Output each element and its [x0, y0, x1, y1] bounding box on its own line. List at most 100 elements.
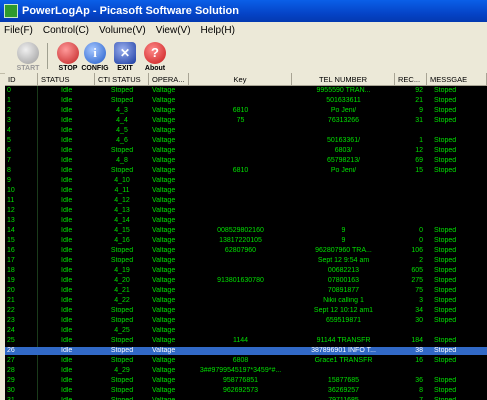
cell-id: 11 — [7, 197, 15, 204]
cell-key — [189, 317, 292, 325]
cell-tel-number — [292, 177, 395, 185]
cell-tel-number: 9 — [341, 237, 346, 244]
table-row[interactable]: 23 Idle Stoped Valtage 659519871 30 Stoped — [5, 317, 487, 325]
table-row[interactable]: 25 Idle Stoped Valtage 1144 91144 TRANSFR 184 S… — [5, 337, 487, 345]
title-bar[interactable]: PowerLogAp - Picasoft Software Solution — [0, 0, 487, 22]
table-row[interactable]: 28 Idle 4_29 Valtage 3##9799545197*3459*#... — [5, 367, 487, 375]
col-header-id[interactable]: ID — [5, 73, 38, 86]
about-button[interactable]: ? About — [137, 39, 173, 73]
cell-operator: Valtage — [152, 197, 176, 204]
cell-id: 28 — [7, 367, 15, 374]
cell-recording — [395, 197, 423, 205]
table-row[interactable]: 11 Idle 4_12 Valtage — [5, 197, 487, 205]
cell-cti-status: 4_10 — [114, 177, 130, 184]
table-row[interactable]: 10 Idle 4_11 Valtage — [5, 187, 487, 195]
cell-cti-status: 4_13 — [114, 207, 130, 214]
table-row[interactable]: 19 Idle 4_20 Valtage 913801630780 07800163 275… — [5, 277, 487, 285]
cell-status: Idle — [61, 227, 73, 234]
col-header-cti-status[interactable]: CTI STATUS — [95, 73, 149, 86]
cell-tel-number: 962807960 TRA... — [315, 247, 372, 254]
menu-help[interactable]: Help(H) — [201, 25, 235, 36]
menu-control[interactable]: Control(C) — [43, 25, 89, 36]
col-header-tel-number[interactable]: TEL NUMBER — [292, 73, 395, 86]
cell-cti-status: 4_11 — [114, 187, 130, 194]
cell-key — [189, 297, 292, 305]
cell-recording — [395, 207, 423, 215]
table-row[interactable]: 7 Idle 4_8 Valtage 65798213/69 Stoped — [5, 157, 487, 165]
table-row[interactable]: 16 Idle Stoped Valtage 62807960 962807960 TRA… — [5, 247, 487, 255]
cell-key — [189, 327, 292, 335]
menu-file[interactable]: File(F) — [4, 25, 33, 36]
cell-status: Idle — [61, 337, 73, 344]
table-row[interactable]: 15 Idle 4_16 Valtage 13817220105 9 0 Stoped — [5, 237, 487, 245]
table-row[interactable]: 9 Idle 4_10 Valtage — [5, 177, 487, 185]
cell-id: 24 — [7, 327, 15, 334]
table-row[interactable]: 30 Idle Stoped Valtage 962692573 36269257 8 Sto… — [5, 387, 487, 395]
table-row[interactable]: 18 Idle 4_19 Valtage 00682213 605 Stoped — [5, 267, 487, 275]
cell-cti-status: 4_14 — [114, 217, 130, 224]
table-row[interactable]: 13 Idle 4_14 Valtage — [5, 217, 487, 225]
cell-status: Idle — [61, 327, 73, 334]
table-row[interactable]: 1 Idle Stoped Valtage 501633611 21 Stoped — [5, 97, 487, 105]
cell-message: Stoped — [434, 287, 457, 294]
table-row[interactable]: 8 Idle Stoped Valtage 6810 Po Jeni/15 Stoped — [5, 167, 487, 175]
cell-message — [434, 177, 486, 185]
table-row[interactable]: 22 Idle Stoped Valtage Sept 12 10:12 am1 34 St… — [5, 307, 487, 315]
cell-operator: Valtage — [152, 107, 176, 114]
cell-status: Idle — [61, 197, 73, 204]
table-row[interactable]: 29 Idle Stoped Valtage 958776851 15877685 36 St… — [5, 377, 487, 385]
exit-icon: ✕ — [114, 42, 136, 64]
table-row[interactable]: 20 Idle 4_21 Valtage 70891877 75 Stoped — [5, 287, 487, 295]
cell-operator: Valtage — [152, 257, 176, 264]
cell-message — [434, 127, 486, 135]
cell-operator: Valtage — [152, 97, 176, 104]
cell-message: Stoped — [434, 307, 457, 314]
cell-cti-status: 4_4 — [116, 117, 128, 124]
table-row[interactable]: 0 Idle Stoped Valtage 9955590 TRAN... 92 Stope… — [5, 87, 487, 95]
cell-message: Stoped — [434, 267, 457, 274]
col-header-status[interactable]: STATUS — [38, 73, 95, 86]
table-row[interactable]: 17 Idle Stoped Valtage Sept 12 9:54 am 2 Stope… — [5, 257, 487, 265]
table-row[interactable]: 5 Idle 4_6 Valtage 50163361/1 Stoped — [5, 137, 487, 145]
cell-cti-status: 4_22 — [114, 297, 130, 304]
cell-message: Stoped — [434, 87, 457, 94]
col-header-operator[interactable]: OPERA... — [149, 73, 189, 86]
cell-key — [189, 177, 292, 185]
table-row[interactable]: 24 Idle 4_25 Valtage — [5, 327, 487, 335]
col-header-recording[interactable]: REC... — [395, 73, 427, 86]
table-row[interactable]: 2 Idle 4_3 Valtage 6810 Po Jeni/9 Stoped — [5, 107, 487, 115]
cell-status: Idle — [61, 247, 73, 254]
cell-key: 13817220105 — [219, 237, 262, 244]
table-row[interactable]: 27 Idle Stoped Valtage 6808 Grace1 TRANSFR 16 S… — [5, 357, 487, 365]
table-row[interactable]: 4 Idle 4_5 Valtage — [5, 127, 487, 135]
cell-status: Idle — [61, 217, 73, 224]
table-row[interactable]: 21 Idle 4_22 Valtage Nikii calling 1 3 Stoped — [5, 297, 487, 305]
col-header-key[interactable]: Key — [189, 73, 292, 86]
cell-tel-number: 387896901 INFO T... — [311, 347, 376, 354]
cell-key — [189, 267, 292, 275]
cell-operator: Valtage — [152, 187, 176, 194]
table-row[interactable]: 3 Idle 4_4 Valtage 75 76313266 31 Stoped — [5, 117, 487, 125]
table-row[interactable]: 14 Idle 4_15 Valtage 008529802160 9 0 Stoped — [5, 227, 487, 235]
cell-recording: 69 — [415, 157, 423, 164]
cell-id: 17 — [7, 257, 15, 264]
menu-volume[interactable]: Volume(V) — [99, 25, 146, 36]
start-button[interactable]: START — [10, 39, 46, 73]
channel-grid[interactable]: ID STATUS CTI STATUS OPERA... Key TEL NU… — [5, 73, 487, 400]
table-row[interactable]: 26 Idle Stoped Valtage 387896901 INFO T... 38… — [5, 347, 487, 355]
col-header-message[interactable]: MESSGAE — [427, 73, 487, 86]
cell-cti-status: Stoped — [110, 357, 134, 364]
cell-id: 5 — [7, 137, 11, 144]
cell-message — [434, 367, 486, 375]
table-row[interactable]: 6 Idle Stoped Valtage 6803/12 Stoped — [5, 147, 487, 155]
cell-operator: Valtage — [152, 237, 176, 244]
cell-message: Stoped — [434, 147, 457, 154]
cell-recording: 92 — [415, 87, 423, 94]
cell-id: 3 — [7, 117, 11, 124]
menu-view[interactable]: View(V) — [156, 25, 191, 36]
cell-key: 6810 — [232, 167, 249, 174]
table-row[interactable]: 12 Idle 4_13 Valtage — [5, 207, 487, 215]
cell-operator: Valtage — [152, 297, 176, 304]
cell-key — [189, 207, 292, 215]
cell-key: 962692573 — [222, 387, 259, 394]
